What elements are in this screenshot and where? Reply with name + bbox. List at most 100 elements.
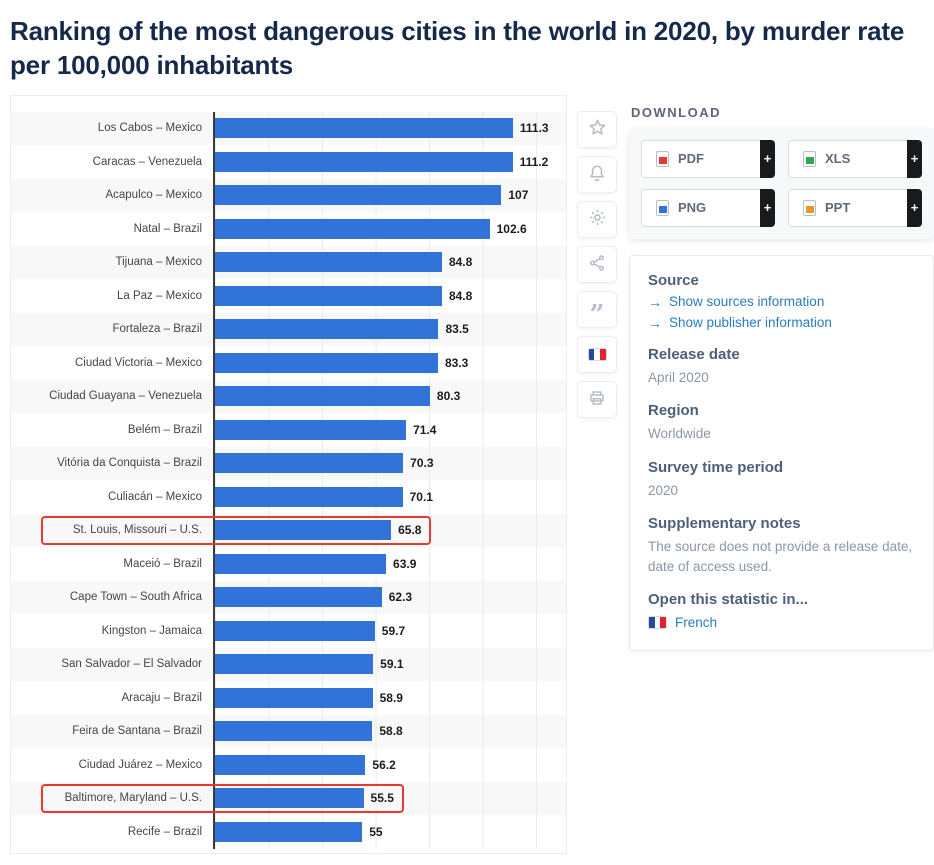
bar-value-label: 80.3 <box>436 389 461 404</box>
share-button[interactable] <box>577 245 617 283</box>
category-label: Feira de Santana – Brazil <box>72 725 202 738</box>
bar[interactable] <box>215 118 513 139</box>
download-xls-button[interactable]: XLS + <box>788 139 922 178</box>
bar-value-label: 63.9 <box>393 556 417 571</box>
chart-row: Culiacán – Mexico 70.1 <box>11 480 566 514</box>
share-icon <box>588 254 606 275</box>
download-panel: PDF + XLS + PNG + PPT + <box>629 127 934 239</box>
star-icon <box>588 118 607 140</box>
category-label: Ciudad Guayana – Venezuela <box>49 390 202 403</box>
bar[interactable] <box>215 486 403 507</box>
plus-tab[interactable]: + <box>760 139 775 178</box>
settings-button[interactable] <box>577 200 617 238</box>
favorite-button[interactable] <box>577 110 617 148</box>
bar[interactable] <box>215 218 490 239</box>
download-heading: DOWNLOAD <box>631 104 721 120</box>
bar[interactable] <box>215 721 373 742</box>
bar[interactable] <box>215 319 439 340</box>
chart-row: Ciudad Juárez – Mexico 56.2 <box>11 748 566 782</box>
bar-track: 59.1 <box>213 647 566 682</box>
plus-tab[interactable]: + <box>760 188 775 227</box>
bar-value-label: 59.7 <box>381 623 406 638</box>
open-statistic-row: French <box>648 615 915 630</box>
chart-toolbar: ” <box>577 110 619 418</box>
supplementary-notes-heading: Supplementary notes <box>648 515 801 533</box>
bar-value-label: 55.5 <box>370 791 394 806</box>
bar-track: 70.1 <box>213 480 566 514</box>
ppt-file-icon <box>803 199 816 216</box>
bar[interactable] <box>215 352 438 373</box>
chart-row: Feira de Santana – Brazil 58.8 <box>11 714 566 749</box>
bar[interactable] <box>215 419 407 440</box>
category-label: Belém – Brazil <box>127 423 202 436</box>
bar[interactable] <box>215 754 366 775</box>
bar-track: 58.9 <box>213 681 566 715</box>
bar[interactable] <box>215 620 375 641</box>
bar[interactable] <box>215 453 404 474</box>
release-date-heading: Release date <box>648 345 740 363</box>
survey-period-heading: Survey time period <box>648 458 784 476</box>
chart-row: Ciudad Guayana – Venezuela 80.3 <box>11 379 566 414</box>
bar[interactable] <box>215 587 382 608</box>
bar-track: 83.3 <box>213 346 566 380</box>
chart-row: Cape Town – South Africa 62.3 <box>11 580 566 615</box>
french-flag-icon <box>587 347 607 361</box>
bar[interactable] <box>215 821 363 842</box>
bar-value-label: 58.8 <box>379 724 403 739</box>
chart-card: Los Cabos – Mexico 111.3 Caracas – Venezue… <box>10 94 567 854</box>
bar[interactable] <box>215 386 430 407</box>
download-ppt-button[interactable]: PPT + <box>788 188 922 227</box>
alert-button[interactable] <box>577 155 617 193</box>
xls-file-icon <box>803 150 816 167</box>
language-button[interactable] <box>577 335 617 373</box>
main-layout: Los Cabos – Mexico 111.3 Caracas – Venezue… <box>0 94 934 854</box>
bar[interactable] <box>215 185 502 206</box>
bar-value-label: 83.3 <box>444 355 469 370</box>
chart-row: Caracas – Venezuela 111.2 <box>11 145 566 179</box>
show-publisher-link[interactable]: Show publisher information <box>648 315 915 331</box>
bar[interactable] <box>215 285 442 306</box>
chart-row: Belém – Brazil 71.4 <box>11 413 566 447</box>
download-png-button[interactable]: PNG + <box>641 188 775 227</box>
pdf-file-icon <box>656 150 669 167</box>
bar[interactable] <box>215 687 373 708</box>
open-statistic-heading: Open this statistic in... <box>648 591 809 609</box>
bar[interactable] <box>215 654 374 675</box>
category-label: Cape Town – South Africa <box>69 591 202 604</box>
chart-row: Baltimore, Maryland – U.S. 55.5 <box>11 781 566 816</box>
chart-row: Maceió – Brazil 63.9 <box>11 547 566 581</box>
category-label: Aracaju – Brazil <box>121 691 202 704</box>
plus-tab[interactable]: + <box>907 188 922 227</box>
category-label: Ciudad Juárez – Mexico <box>78 758 202 771</box>
download-button-label: XLS <box>825 151 851 167</box>
category-label: Acapulco – Mexico <box>105 189 202 202</box>
bar[interactable] <box>215 553 387 574</box>
bar-track: 80.3 <box>213 379 566 414</box>
print-icon <box>588 389 606 410</box>
category-label: La Paz – Mexico <box>116 289 202 302</box>
source-heading: Source <box>648 271 699 289</box>
bar-track: 63.9 <box>213 547 566 581</box>
bar[interactable] <box>215 520 392 541</box>
bar[interactable] <box>215 788 364 809</box>
source-panel: Source Show sources information Show pub… <box>629 254 934 652</box>
french-language-link[interactable]: French <box>675 615 717 630</box>
category-label: St. Louis, Missouri – U.S. <box>72 524 202 537</box>
download-button-label: PNG <box>678 200 707 216</box>
bar[interactable] <box>215 151 513 172</box>
category-label: Los Cabos – Mexico <box>97 122 202 135</box>
category-label: Baltimore, Maryland – U.S. <box>64 792 202 805</box>
category-label: Ciudad Victoria – Mexico <box>75 356 202 369</box>
show-sources-link[interactable]: Show sources information <box>648 294 915 310</box>
bar-track: 55 <box>213 815 566 849</box>
cite-button[interactable]: ” <box>577 290 617 328</box>
bar-value-label: 56.2 <box>372 757 396 772</box>
bar-track: 65.8 <box>213 513 566 548</box>
chart-row: Aracaju – Brazil 58.9 <box>11 681 566 715</box>
bar-track: 83.5 <box>213 312 566 347</box>
download-pdf-button[interactable]: PDF + <box>641 139 775 178</box>
bar[interactable] <box>215 252 442 273</box>
chart-row: Fortaleza – Brazil 83.5 <box>11 312 566 347</box>
print-button[interactable] <box>577 380 617 418</box>
plus-tab[interactable]: + <box>907 139 922 178</box>
